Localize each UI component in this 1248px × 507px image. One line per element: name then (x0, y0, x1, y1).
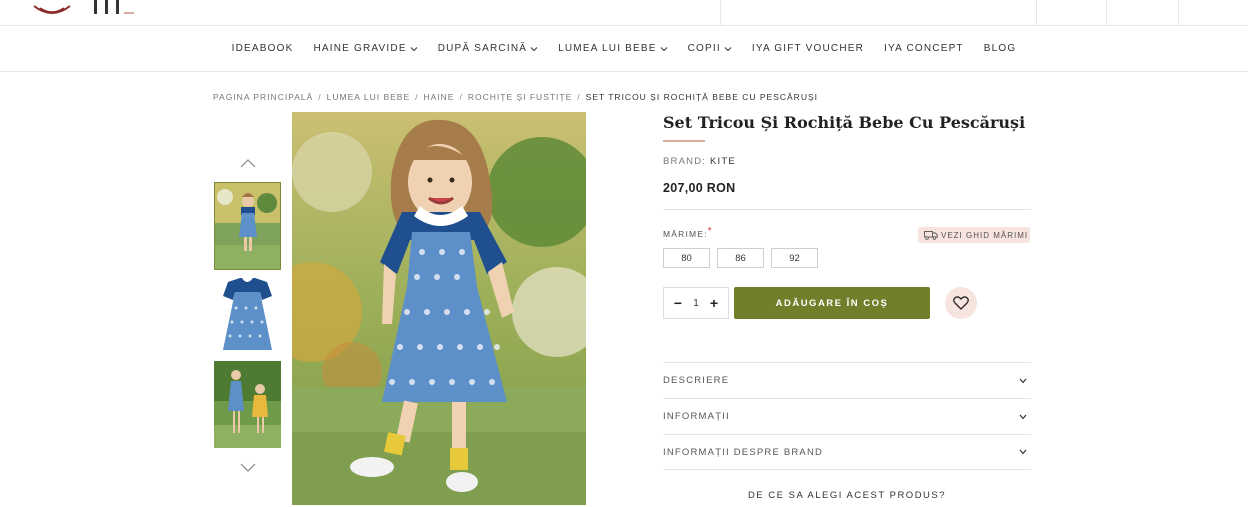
breadcrumb-rochite[interactable]: ROCHIȚE ȘI FUSTIȚE (468, 92, 572, 102)
nav-label: COPII (687, 43, 721, 54)
title-underline (663, 140, 705, 142)
chevron-up-icon[interactable] (240, 158, 256, 168)
nav-haine-gravide[interactable]: HAINE GRAVIDE (313, 43, 418, 54)
quantity-increase-button[interactable]: + (708, 296, 720, 310)
truck-icon (924, 231, 938, 240)
breadcrumb-separator: / (459, 92, 463, 102)
nav-ideabook[interactable]: IDEABOOK (232, 43, 294, 54)
nav-label: IYA GIFT VOUCHER (751, 43, 865, 54)
accordion-descriere[interactable]: DESCRIERE (663, 362, 1031, 398)
main-nav: IDEABOOK HAINE GRAVIDE DUPĂ SARCINĂ LUME… (0, 26, 1248, 72)
accordion-label: INFORMAȚII DESPRE BRAND (663, 446, 824, 458)
heart-icon (953, 296, 969, 310)
chevron-down-icon (660, 46, 667, 51)
quantity-decrease-button[interactable]: − (672, 296, 684, 310)
brand-line: BRAND: KITE (663, 156, 736, 167)
gallery-thumbnail-2[interactable] (214, 274, 281, 356)
breadcrumb-current: SET TRICOU ȘI ROCHIȚĂ BEBE CU PESCĂRUȘI (585, 92, 818, 102)
nav-label: DUPĂ SARCINĂ (437, 43, 528, 54)
nav-label: LUMEA LUI BEBE (558, 43, 657, 54)
nav-blog[interactable]: BLOG (984, 43, 1017, 54)
accordion-label: INFORMAȚII (663, 411, 730, 422)
breadcrumb-separator: / (577, 92, 581, 102)
brand-label: BRAND: (663, 156, 707, 167)
header-divider (1036, 0, 1037, 26)
accordion-informatii[interactable]: INFORMAȚII (663, 398, 1031, 434)
nav-label: HAINE GRAVIDE (313, 43, 407, 54)
chevron-down-icon (1019, 378, 1027, 383)
size-option-80[interactable]: 80 (663, 248, 710, 268)
chevron-down-icon[interactable] (240, 463, 256, 473)
header-divider (1178, 0, 1179, 26)
chevron-down-icon (1019, 414, 1027, 419)
chevron-down-icon (724, 46, 732, 51)
quantity-stepper: − 1 + (663, 287, 729, 319)
product-price: 207,00 RON (663, 181, 736, 195)
size-option-86[interactable]: 86 (717, 248, 764, 268)
nav-iya-concept[interactable]: IYA CONCEPT (884, 43, 964, 54)
size-guide-button[interactable]: VEZI GHID MĂRIMI (918, 227, 1030, 243)
breadcrumb-haine[interactable]: HAINE (424, 92, 455, 102)
header-divider (1106, 0, 1107, 26)
add-to-cart-button[interactable]: ADĂUGARE ÎN COȘ (734, 287, 930, 319)
breadcrumb-home[interactable]: PAGINA PRINCIPALĂ (213, 92, 313, 102)
nav-label: IYA CONCEPT (884, 43, 964, 54)
size-label: MĂRIME:* (663, 226, 713, 240)
nav-lumea-lui-bebe[interactable]: LUMEA LUI BEBE (558, 43, 668, 54)
chevron-down-icon (530, 46, 538, 51)
brand-value[interactable]: KITE (710, 156, 736, 167)
accordion-informatii-brand[interactable]: INFORMAȚII DESPRE BRAND (663, 434, 1031, 470)
chevron-down-icon (1019, 449, 1027, 455)
size-guide-label: VEZI GHID MĂRIMI (941, 230, 1029, 240)
required-marker: * (707, 226, 713, 237)
chevron-down-icon (410, 46, 418, 51)
nav-dupa-sarcina[interactable]: DUPĂ SARCINĂ (438, 43, 538, 54)
breadcrumb-lumea-lui-bebe[interactable]: LUMEA LUI BEBE (327, 92, 410, 102)
breadcrumb-separator: / (318, 92, 322, 102)
quantity-value[interactable]: 1 (693, 298, 699, 309)
why-choose-heading: DE CE SA ALEGI ACEST PRODUS? (747, 490, 947, 501)
nav-copii[interactable]: COPII (688, 43, 732, 54)
size-label-text: MĂRIME: (663, 229, 708, 239)
site-logo[interactable] (30, 0, 170, 16)
header-divider (720, 0, 721, 26)
top-header (0, 0, 1248, 26)
main-product-image[interactable] (292, 112, 586, 505)
nav-label: IDEABOOK (231, 43, 294, 54)
product-title: Set Tricou Și Rochiță Bebe Cu Pescăruși (663, 113, 1026, 132)
breadcrumb-separator: / (415, 92, 419, 102)
divider (663, 209, 1031, 210)
size-option-92[interactable]: 92 (771, 248, 818, 268)
gallery-thumbnail-3[interactable] (214, 361, 281, 448)
nav-label: BLOG (983, 43, 1017, 54)
wishlist-button[interactable] (945, 287, 977, 319)
accordion-label: DESCRIERE (663, 375, 730, 386)
gallery-thumbnail-1[interactable] (214, 182, 281, 270)
nav-gift-voucher[interactable]: IYA GIFT VOUCHER (752, 43, 864, 54)
breadcrumb: PAGINA PRINCIPALĂ / LUMEA LUI BEBE / HAI… (213, 92, 818, 102)
